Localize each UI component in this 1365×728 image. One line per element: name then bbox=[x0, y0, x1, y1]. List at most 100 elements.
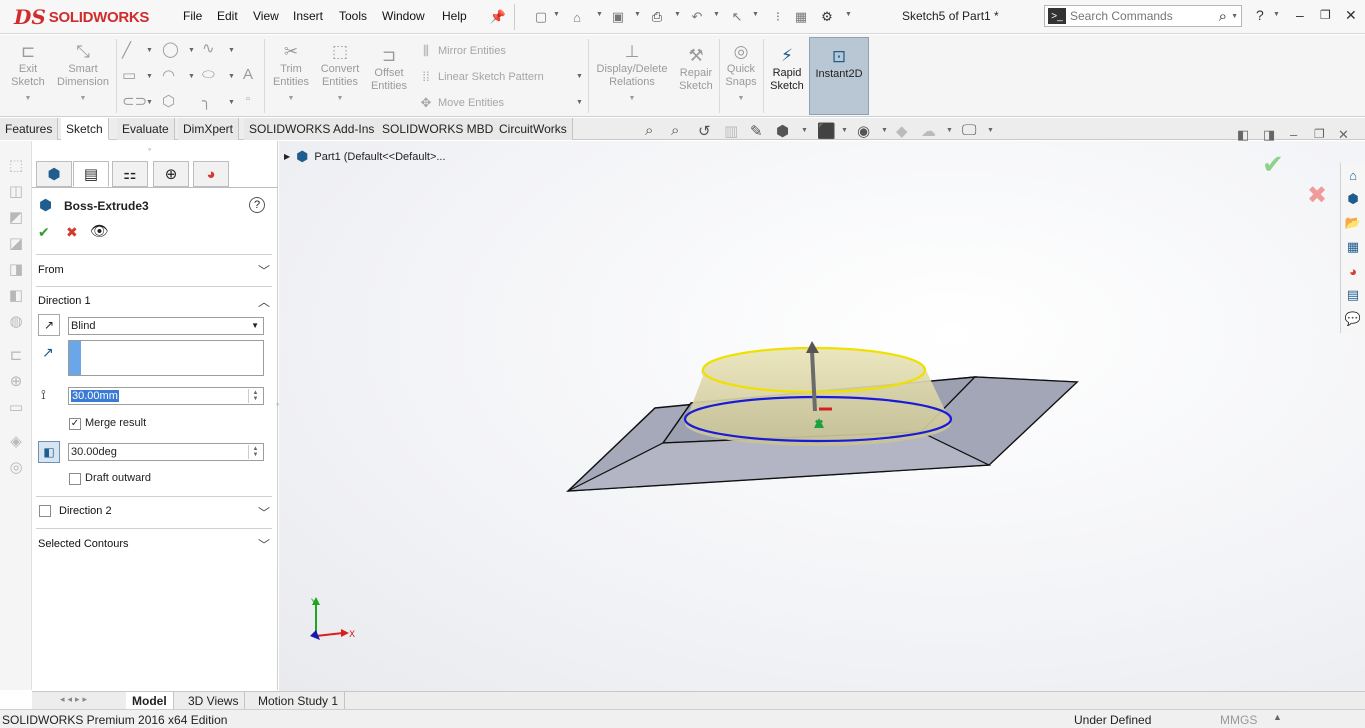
offset-entities-button[interactable]: ⊐ Offset Entities bbox=[368, 45, 410, 93]
draft-angle-spinner[interactable]: ▲ ▼ bbox=[248, 445, 262, 459]
tab-3d-views[interactable]: 3D Views bbox=[182, 692, 246, 710]
tab-add-ins[interactable]: SOLIDWORKS Add-Ins bbox=[244, 118, 381, 140]
end-condition-select[interactable]: Blind ▼ bbox=[68, 317, 264, 335]
search-commands[interactable]: >_ Search Commands ⌕ ▼ bbox=[1044, 5, 1242, 27]
help-icon[interactable]: ? bbox=[249, 197, 265, 213]
pin-icon[interactable]: 📌 bbox=[489, 8, 507, 26]
merge-result-checkbox[interactable]: ✓ bbox=[69, 418, 81, 430]
options-dropdown-icon[interactable]: ▼ bbox=[845, 11, 852, 18]
display-manager-tab[interactable]: ◕ bbox=[193, 161, 229, 187]
menu-help[interactable]: Help bbox=[442, 9, 467, 23]
extrude-boss-icon[interactable]: ⬚ bbox=[6, 155, 26, 175]
depth-input[interactable]: 30.00mm ▲ ▼ bbox=[68, 387, 264, 405]
new-dropdown-icon[interactable]: ▼ bbox=[553, 11, 560, 18]
traffic-light-icon[interactable]: ⁝ bbox=[769, 8, 787, 26]
display-style-dropdown-icon[interactable]: ▼ bbox=[841, 127, 848, 134]
quick-snaps-button[interactable]: ◎ Quick Snaps ▼ bbox=[723, 41, 759, 105]
repair-sketch-button[interactable]: ⚒ Repair Sketch bbox=[676, 45, 716, 93]
forum-icon[interactable]: 💬 bbox=[1343, 309, 1363, 329]
convert-entities-button[interactable]: ⬚ Convert Entities ▼ bbox=[317, 41, 363, 105]
view-settings-icon[interactable]: 🖵 bbox=[962, 122, 976, 139]
print-dropdown-icon[interactable]: ▼ bbox=[674, 11, 681, 18]
reference-geometry-icon[interactable]: ◈ bbox=[6, 431, 26, 451]
section-view-icon[interactable]: ▥ bbox=[724, 122, 738, 140]
convert-dropdown-icon[interactable]: ▼ bbox=[337, 92, 344, 105]
line-icon[interactable]: ╱ bbox=[122, 41, 131, 59]
apply-scene-icon[interactable]: ☁ bbox=[921, 122, 936, 140]
file-properties-icon[interactable]: ▦ bbox=[792, 8, 810, 26]
feature-manager-tab[interactable]: ⬢ bbox=[36, 161, 72, 187]
options-gear-icon[interactable]: ⚙ bbox=[818, 8, 836, 26]
circle-dropdown-icon[interactable]: ▼ bbox=[188, 47, 195, 54]
viewport-close-icon[interactable]: ✕ bbox=[1338, 127, 1349, 143]
menu-edit[interactable]: Edit bbox=[217, 9, 238, 23]
snaps-dropdown-icon[interactable]: ▼ bbox=[738, 92, 745, 105]
polygon-icon[interactable]: ⬡ bbox=[162, 92, 175, 110]
tab-features[interactable]: Features bbox=[0, 118, 59, 140]
units-text[interactable]: MMGS bbox=[1220, 713, 1257, 727]
search-dropdown-icon[interactable]: ▼ bbox=[1231, 13, 1241, 20]
select-arrow-icon[interactable]: ↖ bbox=[728, 8, 746, 26]
viewport-minimize-icon[interactable]: – bbox=[1290, 127, 1297, 142]
select-dropdown-icon[interactable]: ▼ bbox=[752, 11, 759, 18]
dimxpert-manager-tab[interactable]: ⊕ bbox=[153, 161, 189, 187]
undo-dropdown-icon[interactable]: ▼ bbox=[713, 11, 720, 18]
slot-icon[interactable]: ⊂⊃ bbox=[122, 92, 147, 110]
mirror-entities-button[interactable]: ⫼ Mirror Entities bbox=[419, 43, 506, 59]
tab-motion-study[interactable]: Motion Study 1 bbox=[252, 692, 346, 710]
edit-appearance-icon[interactable]: ◆ bbox=[896, 122, 908, 140]
move-entities-button[interactable]: ✥ Move Entities bbox=[419, 95, 504, 111]
save-dropdown-icon[interactable]: ▼ bbox=[634, 11, 641, 18]
panel-pin-icon[interactable]: ◦ bbox=[148, 144, 151, 154]
feature-tree-flyout[interactable]: ▶ ⬢ Part1 (Default<<Default>... bbox=[284, 148, 446, 165]
search-icon[interactable]: ⌕ bbox=[1215, 8, 1231, 25]
exit-sketch-dropdown-icon[interactable]: ▼ bbox=[25, 92, 32, 105]
tab-circuitworks[interactable]: CircuitWorks bbox=[494, 118, 573, 140]
from-section-header[interactable]: From ﹀ bbox=[38, 262, 272, 278]
open-folder-icon[interactable]: ⌂ bbox=[568, 8, 586, 26]
hide-show-items-icon[interactable]: ◉ bbox=[857, 122, 870, 140]
appearances-icon[interactable]: ◕ bbox=[1343, 261, 1363, 281]
tab-model[interactable]: Model bbox=[126, 692, 174, 710]
fillet-dropdown-icon[interactable]: ▼ bbox=[228, 99, 235, 106]
cut-extrude-icon[interactable]: ◨ bbox=[6, 259, 26, 279]
menu-file[interactable]: File bbox=[183, 9, 202, 23]
linear-sketch-pattern-button[interactable]: ⁞⁞ Linear Sketch Pattern bbox=[419, 69, 543, 84]
tab-sketch[interactable]: Sketch bbox=[61, 118, 109, 140]
exit-sketch-button[interactable]: ⊏ Exit Sketch ▼ bbox=[8, 41, 48, 105]
cancel-x-icon[interactable]: ✖ bbox=[66, 224, 78, 241]
relations-tool-icon[interactable]: ⊕ bbox=[6, 371, 26, 391]
hide-show-dropdown-icon[interactable]: ▼ bbox=[881, 127, 888, 134]
view-orientation-icon[interactable]: ⬢ bbox=[776, 122, 789, 140]
configuration-manager-tab[interactable]: ⚏ bbox=[112, 161, 148, 187]
revolve-icon[interactable]: ◫ bbox=[6, 181, 26, 201]
solidworks-logo[interactable]: DS SOLIDWORKS bbox=[14, 5, 149, 29]
confirm-corner-accept-icon[interactable]: ✔ bbox=[1262, 149, 1284, 180]
confirm-corner-cancel-icon[interactable]: ✖ bbox=[1307, 181, 1327, 210]
direction1-section-header[interactable]: Direction 1 ︿ bbox=[38, 293, 272, 309]
view-orientation-dropdown-icon[interactable]: ▼ bbox=[801, 127, 808, 134]
model-viewport[interactable]: ✖ Y X bbox=[279, 141, 1365, 691]
custom-properties-icon[interactable]: ▤ bbox=[1343, 285, 1363, 305]
view-settings-dropdown-icon[interactable]: ▼ bbox=[987, 127, 994, 134]
home-icon[interactable]: ⌂ bbox=[1343, 165, 1363, 185]
print-icon[interactable]: ⎙ bbox=[648, 8, 666, 26]
undo-icon[interactable]: ↶ bbox=[688, 8, 706, 26]
design-library-icon[interactable]: ⬢ bbox=[1343, 189, 1363, 209]
viewport-split-right-icon[interactable]: ◨ bbox=[1263, 127, 1275, 143]
direction2-section-header[interactable]: Direction 2 ﹀ bbox=[38, 504, 272, 520]
point-icon[interactable]: ▫ bbox=[246, 93, 250, 105]
draft-toggle-button[interactable]: ◧ bbox=[38, 441, 60, 463]
file-explorer-icon[interactable]: 📂 bbox=[1343, 213, 1363, 233]
zoom-to-fit-icon[interactable]: ⌕ bbox=[645, 122, 653, 139]
open-dropdown-icon[interactable]: ▼ bbox=[596, 11, 603, 18]
preview-eye-icon[interactable]: 👁 bbox=[90, 222, 109, 240]
sketch-tool-icon[interactable]: ⊏ bbox=[6, 345, 26, 365]
menu-insert[interactable]: Insert bbox=[293, 9, 323, 23]
selected-contours-section-header[interactable]: Selected Contours ﹀ bbox=[38, 536, 272, 552]
move-dropdown-icon[interactable]: ▼ bbox=[576, 99, 583, 106]
ellipse-icon[interactable]: ⬭ bbox=[202, 66, 215, 83]
new-document-icon[interactable]: ▢ bbox=[532, 8, 550, 26]
display-style-icon[interactable]: ⬛ bbox=[817, 122, 836, 140]
viewport-restore-icon[interactable]: ❐ bbox=[1314, 127, 1325, 141]
